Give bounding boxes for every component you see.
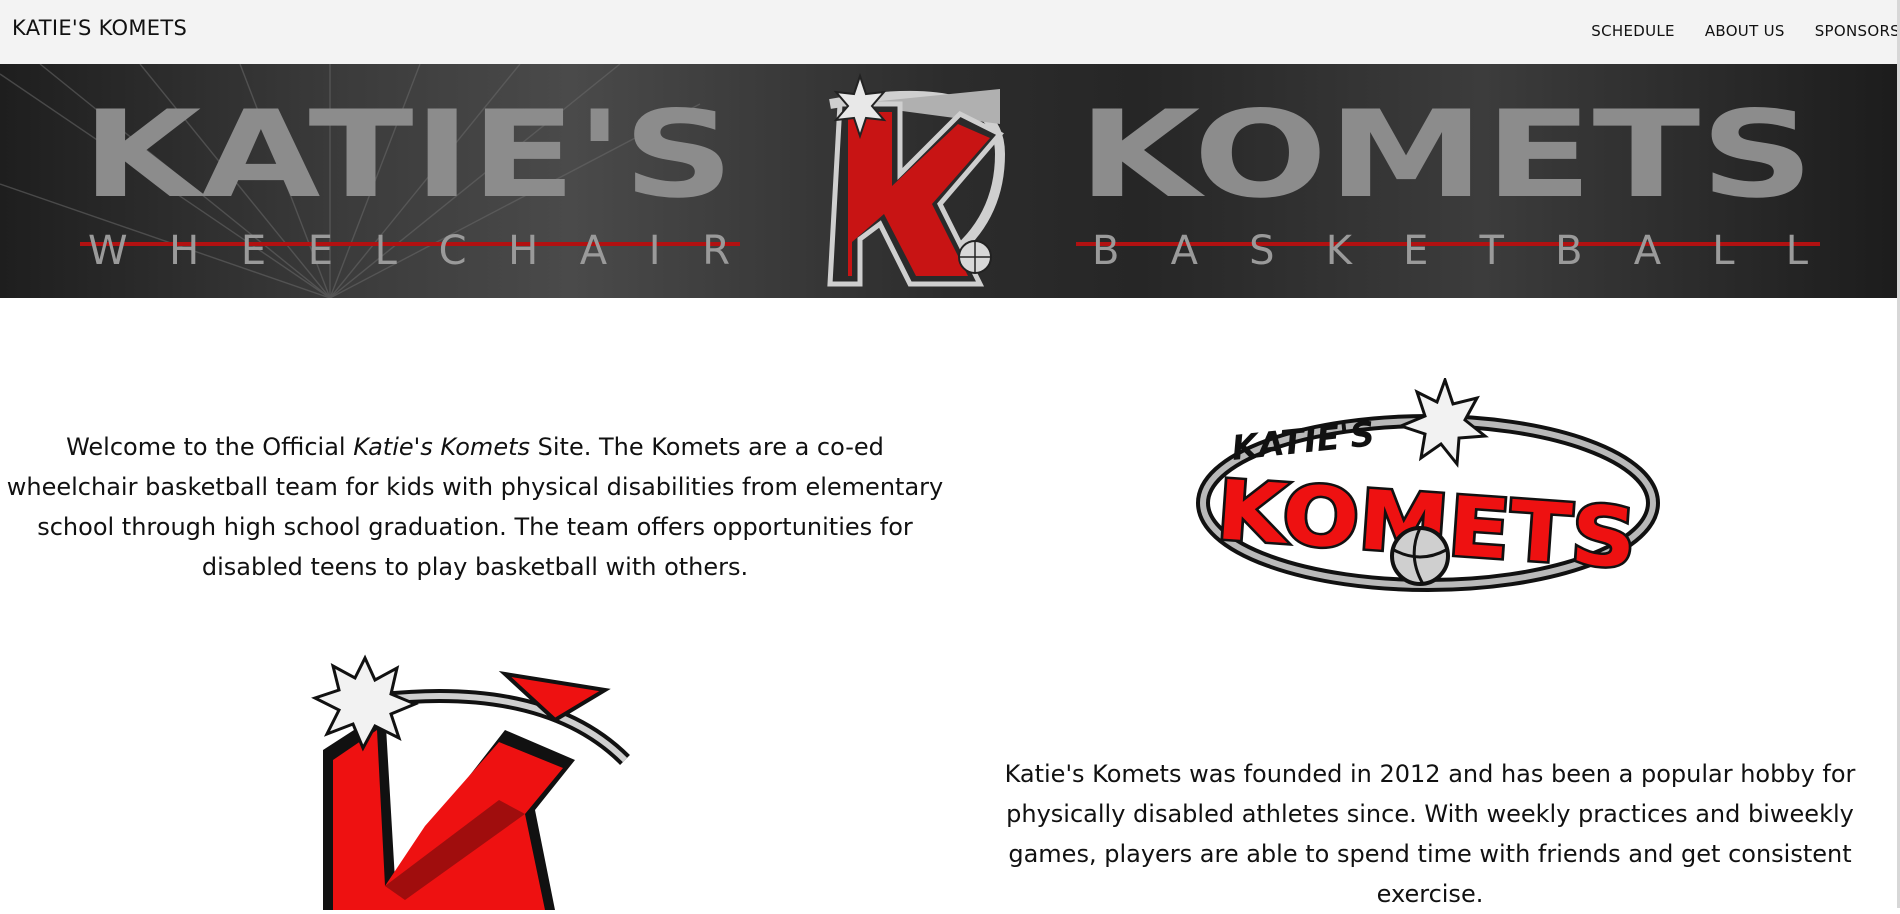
brand-link[interactable]: KATIE'S KOMETS [12, 16, 187, 40]
history-text: Katie's Komets was founded in 2012 and h… [1004, 760, 1856, 908]
intro-text-start: Welcome to the Official [66, 433, 354, 461]
basketball-icon [1390, 526, 1450, 586]
banner-sub-right: B A S K E T B A L L [1092, 228, 1809, 274]
banner-word-left: KATIE'S [82, 86, 734, 225]
komet-star-icon [311, 654, 419, 752]
banner-word-right: KOMETS [1078, 86, 1814, 225]
komets-logo: KATIE'S KOMETS [1196, 378, 1660, 592]
nav-sponsors[interactable]: SPONSORS [1815, 22, 1900, 40]
logo-katies-text: KATIE'S [1230, 414, 1377, 469]
main-nav: SCHEDULE ABOUT US SPONSORS [1591, 22, 1900, 40]
k-logo [311, 654, 630, 910]
intro-team-name: Katie's Komets [353, 433, 530, 461]
nav-about-us[interactable]: ABOUT US [1705, 22, 1785, 40]
nav-schedule[interactable]: SCHEDULE [1591, 22, 1675, 40]
basketball-icon [958, 240, 992, 274]
banner-k-logo [827, 72, 1006, 287]
top-nav: KATIE'S KOMETS SCHEDULE ABOUT US SPONSOR… [0, 0, 1900, 65]
intro-text: Welcome to the Official Katie's Komets S… [0, 427, 950, 587]
banner-graphic: KATIE'S W H E E L C H A I R KOMETS B A S… [0, 64, 1820, 298]
hero-banner: KATIE'S W H E E L C H A I R KOMETS B A S… [0, 64, 1900, 298]
